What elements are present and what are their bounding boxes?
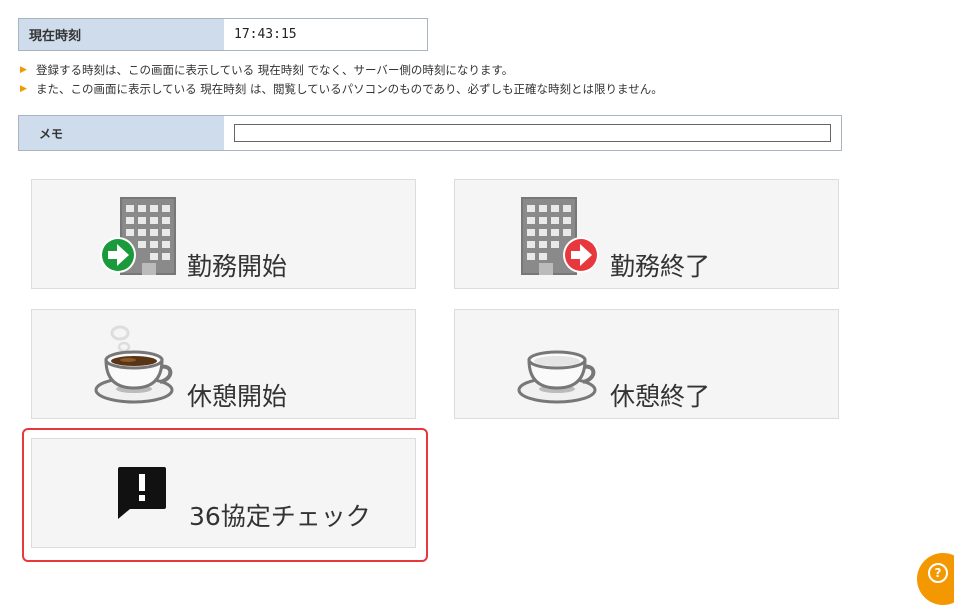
agreement-check-button[interactable]: 36協定チェック [31, 438, 416, 548]
work-end-label: 勤務終了 [610, 252, 711, 281]
break-start-button[interactable]: 休憩開始 [31, 309, 416, 419]
note-item: ▶ 登録する時刻は、この画面に表示している 現在時刻 でなく、サーバー側の時刻に… [20, 61, 663, 80]
triangle-right-icon: ▶ [20, 84, 27, 94]
alert-bubble-icon [116, 465, 168, 525]
agreement-check-label: 36協定チェック [189, 502, 371, 531]
work-start-label: 勤務開始 [187, 252, 288, 281]
memo-table: メモ [18, 115, 842, 151]
current-time-label: 現在時刻 [19, 19, 224, 50]
break-end-label: 休憩終了 [610, 382, 711, 411]
work-end-button[interactable]: 勤務終了 [454, 179, 839, 289]
memo-input[interactable] [234, 124, 831, 142]
empty-cup-icon [517, 324, 603, 412]
memo-label: メモ [19, 116, 224, 150]
current-time-value: 17:43:15 [234, 27, 297, 42]
building-arrow-out-icon [521, 195, 605, 283]
current-time-table: 現在時刻 17:43:15 [18, 18, 428, 51]
break-start-label: 休憩開始 [187, 382, 288, 411]
note-text: また、この画面に表示している 現在時刻 は、閲覧しているパソコンのものであり、必… [36, 82, 663, 96]
help-button[interactable]: ? [917, 553, 954, 605]
break-end-button[interactable]: 休憩終了 [454, 309, 839, 419]
triangle-right-icon: ▶ [20, 65, 27, 75]
note-text: 登録する時刻は、この画面に表示している 現在時刻 でなく、サーバー側の時刻になり… [36, 63, 514, 77]
coffee-cup-steam-icon [94, 324, 180, 412]
building-arrow-in-icon [98, 195, 182, 283]
notes: ▶ 登録する時刻は、この画面に表示している 現在時刻 でなく、サーバー側の時刻に… [20, 61, 663, 99]
help-icon: ? [928, 563, 948, 583]
note-item: ▶ また、この画面に表示している 現在時刻 は、閲覧しているパソコンのものであり… [20, 80, 663, 99]
work-start-button[interactable]: 勤務開始 [31, 179, 416, 289]
